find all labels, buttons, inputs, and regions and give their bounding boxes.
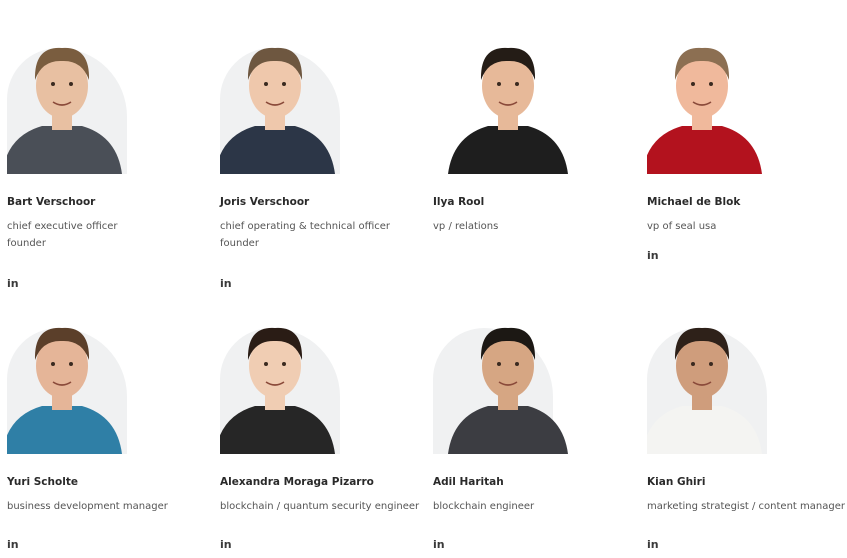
- eye-shape: [709, 362, 713, 366]
- eye-shape: [51, 362, 55, 366]
- eye-shape: [264, 82, 268, 86]
- member-name: Alexandra Moraga Pizarro: [220, 476, 374, 488]
- shirt-shape: [7, 406, 122, 454]
- portrait-image: [7, 327, 122, 454]
- team-card-bart-verschoor: Bart Verschoor chief executive officer fo…: [0, 0, 213, 290]
- team-card-kian-ghiri: Kian Ghiri marketing strategist / conten…: [640, 290, 847, 558]
- eye-shape: [264, 362, 268, 366]
- member-role: chief operating & technical officer found…: [220, 218, 426, 252]
- eye-shape: [69, 362, 73, 366]
- member-role: vp / relations: [433, 218, 640, 235]
- role-line: chief operating & technical officer: [220, 221, 391, 232]
- portrait-image: [220, 327, 335, 454]
- member-name: Michael de Blok: [647, 196, 741, 208]
- role-line: business development manager: [7, 501, 168, 512]
- member-name: Adil Haritah: [433, 476, 504, 488]
- shirt-shape: [220, 406, 335, 454]
- shirt-shape: [448, 406, 568, 454]
- team-card-yuri-scholte: Yuri Scholte business development manage…: [0, 290, 213, 558]
- linkedin-icon[interactable]: in: [647, 538, 659, 551]
- shirt-shape: [220, 126, 335, 174]
- shirt-shape: [647, 126, 762, 174]
- eye-shape: [691, 362, 695, 366]
- role-line: chief executive officer: [7, 221, 118, 232]
- team-card-alexandra-moraga-pizarro: Alexandra Moraga Pizarro blockchain / qu…: [213, 290, 426, 558]
- shirt-shape: [7, 126, 122, 174]
- portrait-image: [448, 327, 568, 454]
- member-role: chief executive officer founder: [7, 218, 213, 252]
- linkedin-icon[interactable]: in: [433, 538, 445, 551]
- team-grid: Bart Verschoor chief executive officer fo…: [0, 0, 847, 558]
- team-card-joris-verschoor: Joris Verschoor chief operating & techni…: [213, 0, 426, 290]
- eye-shape: [51, 82, 55, 86]
- member-name: Bart Verschoor: [7, 196, 96, 208]
- eye-shape: [69, 82, 73, 86]
- eye-shape: [709, 82, 713, 86]
- team-card-michael-de-blok: Michael de Blok vp of seal usa in: [640, 0, 847, 290]
- member-name: Joris Verschoor: [220, 196, 310, 208]
- eye-shape: [691, 82, 695, 86]
- linkedin-icon[interactable]: in: [647, 249, 659, 262]
- linkedin-icon[interactable]: in: [7, 277, 19, 290]
- member-role: vp of seal usa: [647, 218, 847, 235]
- portrait-image: [647, 47, 762, 174]
- member-role: marketing strategist / content manager: [647, 498, 847, 515]
- member-name: Kian Ghiri: [647, 476, 706, 488]
- role-line: blockchain engineer: [433, 501, 535, 512]
- eye-shape: [497, 82, 501, 86]
- linkedin-icon[interactable]: in: [7, 538, 19, 551]
- team-card-ilya-rool: Ilya Rool vp / relations: [426, 0, 640, 290]
- team-photo: [647, 308, 797, 454]
- team-photo: [220, 28, 370, 174]
- eye-shape: [282, 362, 286, 366]
- team-card-adil-haritah: Adil Haritah blockchain engineer in: [426, 290, 640, 558]
- member-role: blockchain engineer: [433, 498, 640, 515]
- team-photo: [220, 308, 370, 454]
- role-line: founder: [7, 238, 46, 249]
- role-line: blockchain / quantum security engineer: [220, 501, 420, 512]
- team-photo: [433, 28, 583, 174]
- team-photo: [7, 28, 157, 174]
- team-photo: [7, 308, 157, 454]
- role-line: vp of seal usa: [647, 221, 717, 232]
- linkedin-icon[interactable]: in: [220, 538, 232, 551]
- linkedin-icon[interactable]: in: [220, 277, 232, 290]
- shirt-shape: [448, 126, 568, 174]
- role-line: founder: [220, 238, 259, 249]
- team-photo: [647, 28, 797, 174]
- member-role: blockchain / quantum security engineer: [220, 498, 426, 515]
- shirt-shape: [647, 406, 762, 454]
- role-line: marketing strategist / content manager: [647, 501, 845, 512]
- portrait-image: [220, 47, 335, 174]
- team-photo: [433, 308, 583, 454]
- portrait-image: [7, 47, 122, 174]
- eye-shape: [497, 362, 501, 366]
- member-name: Ilya Rool: [433, 196, 485, 208]
- portrait-image: [448, 47, 568, 174]
- eye-shape: [515, 362, 519, 366]
- role-line: vp / relations: [433, 221, 499, 232]
- member-name: Yuri Scholte: [7, 476, 78, 488]
- portrait-image: [647, 327, 762, 454]
- member-role: business development manager: [7, 498, 213, 515]
- eye-shape: [515, 82, 519, 86]
- eye-shape: [282, 82, 286, 86]
